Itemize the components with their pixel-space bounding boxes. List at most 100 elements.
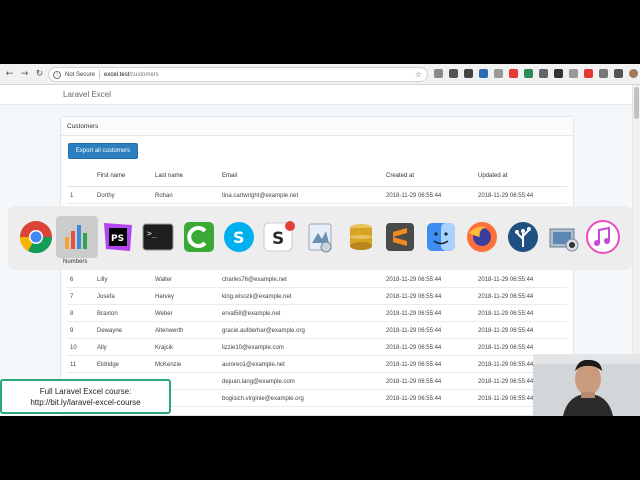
phpstorm-icon[interactable]: PS xyxy=(100,219,136,255)
extension-icon[interactable] xyxy=(509,69,518,78)
extension-icon[interactable] xyxy=(554,69,563,78)
skype-icon[interactable]: S xyxy=(221,219,257,255)
cast-icon[interactable] xyxy=(434,69,443,78)
svg-text:>_: >_ xyxy=(147,229,157,238)
terminal-icon[interactable]: >_ xyxy=(140,219,176,255)
info-icon[interactable]: i xyxy=(53,70,61,79)
cell-updated-at: 2018-11-29 06:55:44 xyxy=(478,328,534,334)
cell-created-at: 2018-11-29 06:55:44 xyxy=(386,362,442,368)
back-icon[interactable]: ← xyxy=(4,69,15,80)
cell-first-name: Eldridge xyxy=(97,362,120,368)
cell-created-at: 2018-11-29 06:55:44 xyxy=(386,396,442,402)
sublime-text-icon[interactable] xyxy=(382,219,418,255)
extension-icon[interactable] xyxy=(494,69,503,78)
cell-created-at: 2018-11-29 06:55:44 xyxy=(386,277,442,283)
extension-icon[interactable] xyxy=(539,69,548,78)
chrome-icon[interactable] xyxy=(18,219,54,255)
cell-updated-at: 2018-11-29 06:55:44 xyxy=(478,294,534,300)
webcam-overlay xyxy=(533,354,640,416)
cell-email: bogisich.virginie@example.org xyxy=(222,396,304,402)
cell-last-name: Weber xyxy=(155,311,173,317)
cell-first-name: Dewayne xyxy=(97,328,123,334)
cell-updated-at: 2018-11-29 06:55:44 xyxy=(478,396,534,402)
app-navbar: Laravel Excel xyxy=(0,85,632,105)
cell-last-name: Krajcik xyxy=(155,345,174,351)
profile-avatar[interactable] xyxy=(629,69,638,78)
presenter-video xyxy=(533,354,640,416)
cell-updated-at: 2018-11-29 06:55:44 xyxy=(478,362,534,368)
cell-email: dejuan.lang@example.com xyxy=(222,379,295,385)
cell-created-at: 2018-11-29 06:55:44 xyxy=(386,379,442,385)
col-header-updated-at: Updated at xyxy=(478,173,508,179)
not-secure-label: Not Secure xyxy=(65,71,96,78)
cell-last-name: McKenzie xyxy=(155,362,182,368)
cell-id: 6 xyxy=(70,277,74,283)
cell-updated-at: 2018-11-29 06:55:44 xyxy=(478,379,534,385)
cell-first-name: Lilly xyxy=(97,277,108,283)
extension-icon[interactable] xyxy=(449,69,458,78)
extension-icon[interactable] xyxy=(524,69,533,78)
cell-created-at: 2018-11-29 06:55:44 xyxy=(386,328,442,334)
pocket-icon[interactable] xyxy=(464,69,473,78)
scrollbar-thumb[interactable] xyxy=(634,87,639,119)
cell-first-name: Josefa xyxy=(97,294,115,300)
cell-id: 8 xyxy=(70,311,74,317)
finder-icon[interactable] xyxy=(423,219,459,255)
course-promo-banner: Full Laravel Excel course: http://bit.ly… xyxy=(0,379,171,414)
extension-icon[interactable] xyxy=(569,69,578,78)
export-all-customers-button[interactable]: Export all customers xyxy=(68,143,138,159)
table-header-row: First name Last name Email Created at Up… xyxy=(67,173,567,187)
cell-first-name: Braxton xyxy=(97,311,118,317)
table-row: 9 Dewayne Altenwerth gracie.aufderhar@ex… xyxy=(67,322,567,339)
preview-icon[interactable] xyxy=(302,219,338,255)
table-row: 7 Josefa Harvey king.wisozk@example.net … xyxy=(67,288,567,305)
col-header-email: Email xyxy=(222,173,238,179)
address-bar[interactable]: i Not Secure excel.test/customers ☆ xyxy=(48,67,428,82)
extension-icon[interactable] xyxy=(599,69,608,78)
cell-last-name: Altenwerth xyxy=(155,328,184,334)
cell-id: 9 xyxy=(70,328,74,334)
firefox-icon[interactable] xyxy=(464,219,500,255)
slack-icon[interactable]: S xyxy=(261,219,297,255)
cell-updated-at: 2018-11-29 06:55:44 xyxy=(478,345,534,351)
cell-created-at: 2018-11-29 06:55:44 xyxy=(386,294,442,300)
letterbox-bottom xyxy=(0,416,640,480)
reload-icon[interactable]: ↻ xyxy=(34,69,45,80)
sourcetree-icon[interactable] xyxy=(505,219,541,255)
app-brand[interactable]: Laravel Excel xyxy=(63,90,111,99)
card-title: Customers xyxy=(61,117,573,136)
cell-email: tina.cartwright@example.net xyxy=(222,193,299,199)
cell-id: 10 xyxy=(70,345,77,351)
cell-email: auroreo1@example.net xyxy=(222,362,285,368)
pinterest-icon[interactable] xyxy=(584,69,593,78)
camtasia-icon[interactable] xyxy=(181,219,217,255)
svg-text:S: S xyxy=(272,229,284,249)
image-capture-icon[interactable] xyxy=(545,219,581,255)
bookmark-star-icon[interactable]: ☆ xyxy=(415,70,422,79)
sequel-pro-icon[interactable] xyxy=(343,219,379,255)
table-row: 8 Braxton Weber erval58@example.net 2018… xyxy=(67,305,567,322)
cell-first-name: Ally xyxy=(97,345,107,351)
cell-created-at: 2018-11-29 06:55:44 xyxy=(386,345,442,351)
numbers-icon[interactable] xyxy=(59,217,95,253)
cell-last-name: Walter xyxy=(155,277,173,283)
cell-created-at: 2018-11-29 06:55:44 xyxy=(386,193,442,199)
cell-email: lizzie10@example.com xyxy=(222,345,284,351)
promo-link[interactable]: http://bit.ly/laravel-excel-course xyxy=(2,397,169,408)
browser-toolbar: ← → ↻ i Not Secure excel.test/customers … xyxy=(0,64,640,85)
col-header-first-name: First name xyxy=(97,173,126,179)
trello-icon[interactable] xyxy=(479,69,488,78)
svg-text:PS: PS xyxy=(111,234,124,244)
cell-last-name: Rohan xyxy=(155,193,173,199)
extension-icons xyxy=(434,69,640,78)
cell-updated-at: 2018-11-29 06:55:44 xyxy=(478,193,534,199)
itunes-icon[interactable] xyxy=(585,219,621,255)
table-row: 6 Lilly Walter charles76@example.net 201… xyxy=(67,271,567,288)
extension-icon[interactable] xyxy=(614,69,623,78)
cell-email: erval58@example.net xyxy=(222,311,281,317)
forward-icon[interactable]: → xyxy=(19,69,30,80)
cell-first-name: Dorthy xyxy=(97,193,115,199)
cell-email: gracie.aufderhar@example.org xyxy=(222,328,305,334)
table-row: 10 Ally Krajcik lizzie10@example.com 201… xyxy=(67,339,567,356)
promo-line-1: Full Laravel Excel course: xyxy=(39,387,132,396)
